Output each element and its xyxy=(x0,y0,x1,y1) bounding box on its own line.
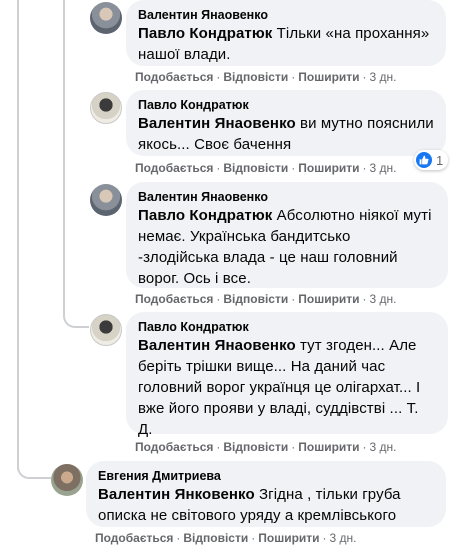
comment-text-line: описка не світового уряду а кремлівськог… xyxy=(98,507,397,524)
reaction-badge[interactable]: 1 xyxy=(414,150,449,170)
like-button[interactable]: Подобається xyxy=(135,292,213,306)
share-button[interactable]: Поширити xyxy=(298,292,359,306)
separator: · xyxy=(291,292,296,306)
mention-link[interactable]: Валентин Янковенко xyxy=(98,486,255,503)
thread-connector xyxy=(63,292,89,328)
comment-text-line: вже його прояви у владі, суддівстві ... … xyxy=(138,400,419,417)
comment-text-line: тут згоден... Але xyxy=(300,337,417,354)
avatar[interactable] xyxy=(90,92,122,124)
avatar[interactable] xyxy=(51,464,83,496)
mention-link[interactable]: Павло Кондратюк xyxy=(138,25,272,42)
avatar[interactable] xyxy=(90,2,122,34)
reaction-count: 1 xyxy=(436,152,444,168)
separator: · xyxy=(251,531,256,545)
comment-actions: Подобається · Відповісти · Поширити · 3 дн. xyxy=(135,160,397,176)
mention-link[interactable]: Валентин Янаовенко xyxy=(138,337,296,354)
avatar[interactable] xyxy=(90,314,122,346)
comment-text-line: Згідна , тільки груба xyxy=(259,486,401,503)
comment-author[interactable]: Евгения Дмитриева xyxy=(98,468,434,484)
timestamp[interactable]: 3 дн. xyxy=(370,292,397,306)
comment-actions: Подобається · Відповісти · Поширити · 3 дн. xyxy=(95,530,357,546)
comment-author[interactable]: Павло Кондратюк xyxy=(138,97,434,113)
comment-author[interactable]: Павло Кондратюк xyxy=(138,319,436,335)
reply-button[interactable]: Відповісти xyxy=(183,531,248,545)
timestamp[interactable]: 3 дн. xyxy=(370,440,397,454)
separator: · xyxy=(291,70,296,84)
share-button[interactable]: Поширити xyxy=(258,531,319,545)
comment-text-line: -злодійська влада - це наш головний xyxy=(138,249,398,266)
mention-link[interactable]: Павло Кондратюк xyxy=(138,207,272,224)
comment-text: Павло Кондратюк Тільки «на прохання» наш… xyxy=(138,23,434,65)
comment-text-line: Абсолютно ніякої муті xyxy=(276,207,432,224)
comment-text-line: ворог. Ось і все. xyxy=(138,270,251,287)
share-button[interactable]: Поширити xyxy=(298,70,359,84)
comment-text-line: Тільки «на прохання» xyxy=(276,25,430,42)
separator: · xyxy=(176,531,181,545)
comment-bubble: Евгения Дмитриева Валентин Янковенко Згі… xyxy=(86,461,446,527)
separator: · xyxy=(322,531,327,545)
separator: · xyxy=(362,70,367,84)
separator: · xyxy=(216,161,221,175)
comment-bubble: Валентин Янаовенко Павло Кондратюк Абсол… xyxy=(126,182,448,288)
like-button[interactable]: Подобається xyxy=(135,161,213,175)
separator: · xyxy=(216,440,221,454)
comment-text-line: беріть трішки вище... На даний час xyxy=(138,358,386,375)
thumbs-up-icon xyxy=(416,152,432,168)
comment-text-line: Д. xyxy=(138,421,153,438)
thread-line-inner xyxy=(17,0,19,470)
like-button[interactable]: Подобається xyxy=(95,531,173,545)
separator: · xyxy=(216,292,221,306)
separator: · xyxy=(216,70,221,84)
timestamp[interactable]: 3 дн. xyxy=(370,70,397,84)
separator: · xyxy=(362,440,367,454)
comment-text: Павло Кондратюк Абсолютно ніякої муті не… xyxy=(138,205,436,289)
like-button[interactable]: Подобається xyxy=(135,440,213,454)
comment-text-line: нашої влади. xyxy=(138,46,231,63)
comment-text-line: немає. Українська бандитсько xyxy=(138,228,351,245)
comment-author[interactable]: Валентин Янаовенко xyxy=(138,189,436,205)
comment-text: Валентин Янковенко Згідна , тільки груба… xyxy=(98,484,434,526)
comment-text-line: головний ворог українця це олігархат... … xyxy=(138,379,421,396)
reply-button[interactable]: Відповісти xyxy=(223,70,288,84)
separator: · xyxy=(362,292,367,306)
separator: · xyxy=(362,161,367,175)
comment-text-line: ви мутно пояснили xyxy=(300,115,434,132)
share-button[interactable]: Поширити xyxy=(298,440,359,454)
like-button[interactable]: Подобається xyxy=(135,70,213,84)
comment-bubble: Павло Кондратюк Валентин Янаовенко тут з… xyxy=(126,312,448,438)
separator: · xyxy=(291,161,296,175)
mention-link[interactable]: Валентин Янаовенко xyxy=(138,115,296,132)
comment-author[interactable]: Валентин Янаовенко xyxy=(138,7,434,23)
avatar[interactable] xyxy=(90,184,122,216)
reply-button[interactable]: Відповісти xyxy=(223,440,288,454)
reply-button[interactable]: Відповісти xyxy=(223,161,288,175)
comment-bubble: Валентин Янаовенко Павло Кондратюк Тільк… xyxy=(126,0,446,66)
comment-actions: Подобається · Відповісти · Поширити · 3 дн. xyxy=(135,69,397,85)
comment-actions: Подобається · Відповісти · Поширити · 3 дн. xyxy=(135,439,397,455)
thread-connector xyxy=(17,455,51,479)
comment-text-line: якось... Своє бачення xyxy=(138,136,292,153)
comment-bubble: Павло Кондратюк Валентин Янаовенко ви му… xyxy=(126,90,446,156)
share-button[interactable]: Поширити xyxy=(298,161,359,175)
reply-button[interactable]: Відповісти xyxy=(223,292,288,306)
timestamp[interactable]: 3 дн. xyxy=(370,161,397,175)
comment-text: Валентин Янаовенко ви мутно пояснили яко… xyxy=(138,113,434,155)
comment-text: Валентин Янаовенко тут згоден... Але бер… xyxy=(138,335,436,440)
thread-line-outer xyxy=(63,0,65,300)
comment-actions: Подобається · Відповісти · Поширити · 3 дн. xyxy=(135,291,397,307)
separator: · xyxy=(291,440,296,454)
timestamp[interactable]: 3 дн. xyxy=(330,531,357,545)
